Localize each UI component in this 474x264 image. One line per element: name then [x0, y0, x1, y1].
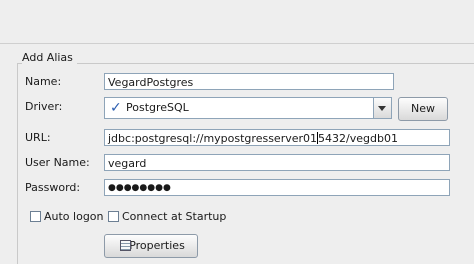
username-input[interactable]: vegard: [104, 154, 450, 171]
password-label: Password:: [25, 181, 81, 194]
connect-at-startup-label: Connect at Startup: [122, 210, 227, 223]
auto-logon-checkbox[interactable]: Auto logon: [30, 210, 104, 224]
url-label: URL:: [25, 131, 51, 144]
top-separator: [0, 43, 474, 44]
connect-at-startup-checkbox[interactable]: Connect at Startup: [108, 210, 238, 224]
url-text-before-caret: jdbc:postgresql://mypostgresserver01: [108, 132, 318, 145]
group-title: Add Alias: [22, 51, 77, 65]
properties-button-label: Properties: [129, 239, 185, 252]
name-input[interactable]: VegardPostgres: [104, 73, 394, 90]
url-text-after-caret: 5432/vegdb01: [318, 132, 398, 145]
url-input[interactable]: jdbc:postgresql://mypostgresserver015432…: [104, 129, 450, 146]
connect-at-startup-checkbox-box[interactable]: [108, 211, 119, 222]
driver-select-value: PostgreSQL: [126, 101, 189, 114]
properties-button[interactable]: Properties: [104, 234, 198, 258]
properties-icon: [120, 240, 131, 251]
password-input[interactable]: ●●●●●●●●: [104, 179, 450, 196]
name-label: Name:: [25, 75, 62, 88]
new-driver-button[interactable]: New: [398, 97, 448, 121]
auto-logon-checkbox-box[interactable]: [30, 211, 41, 222]
driver-label: Driver:: [25, 100, 63, 113]
chevron-down-icon[interactable]: [373, 98, 391, 118]
username-label: User Name:: [25, 156, 90, 169]
auto-logon-label: Auto logon: [44, 210, 104, 223]
driver-select[interactable]: ✓ PostgreSQL: [104, 97, 392, 119]
check-icon: ✓: [110, 100, 122, 116]
